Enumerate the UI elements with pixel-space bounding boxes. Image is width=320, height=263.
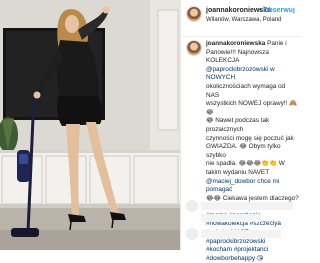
caption-line: GWIAZDA. 😂 Obym tylko szybko [206, 143, 281, 159]
caption-line: czynności mogę się poczuć jak [206, 134, 294, 142]
separator-dot: • [259, 7, 262, 14]
comment-placeholder [201, 230, 281, 238]
post-sidebar: joannakoroniewska • Obserwuj Wilanów, Wa… [180, 0, 301, 262]
caption-line: nie spadła. 😂😂😂👏👏 W [206, 160, 285, 168]
caption-username[interactable]: joannakoroniewska [206, 40, 265, 47]
caption-line: Panie i [267, 40, 287, 47]
caption-line: wszystkich NOWEJ oprawy!! 🙈😂 [206, 100, 298, 116]
comment-avatar-placeholder [186, 200, 198, 212]
comment-avatar-placeholder [186, 228, 198, 240]
comment-placeholder [201, 202, 293, 210]
caption-line: Panowie!!! Najnowsza KOLEKCJA [206, 48, 269, 65]
caption-link[interactable]: #dowborbehappy 😘 [206, 255, 263, 262]
post-header: joannakoroniewska • Obserwuj Wilanów, Wa… [186, 6, 298, 32]
caption-line: okolicznościach wymaga od NAS [206, 82, 286, 99]
comment-placeholder [201, 214, 261, 222]
post-photo[interactable] [0, 0, 180, 250]
caption-link[interactable]: @maciej_dowbor chce mi pomagać [206, 178, 279, 194]
post-image [0, 0, 180, 250]
caption-line: 😂 Nawet podczas tak prozaicznych [206, 117, 270, 133]
follow-button[interactable]: Obserwuj [263, 7, 301, 14]
location-link[interactable]: Wilanów, Warszawa, Poland [206, 17, 281, 23]
caption-line: takim wydaniu NAVET [206, 168, 270, 176]
caption-avatar[interactable] [186, 40, 202, 56]
avatar[interactable] [186, 6, 202, 22]
header-divider [181, 36, 301, 37]
caption-link[interactable]: @paprockibrzozowski w NOWYCH [206, 66, 275, 82]
